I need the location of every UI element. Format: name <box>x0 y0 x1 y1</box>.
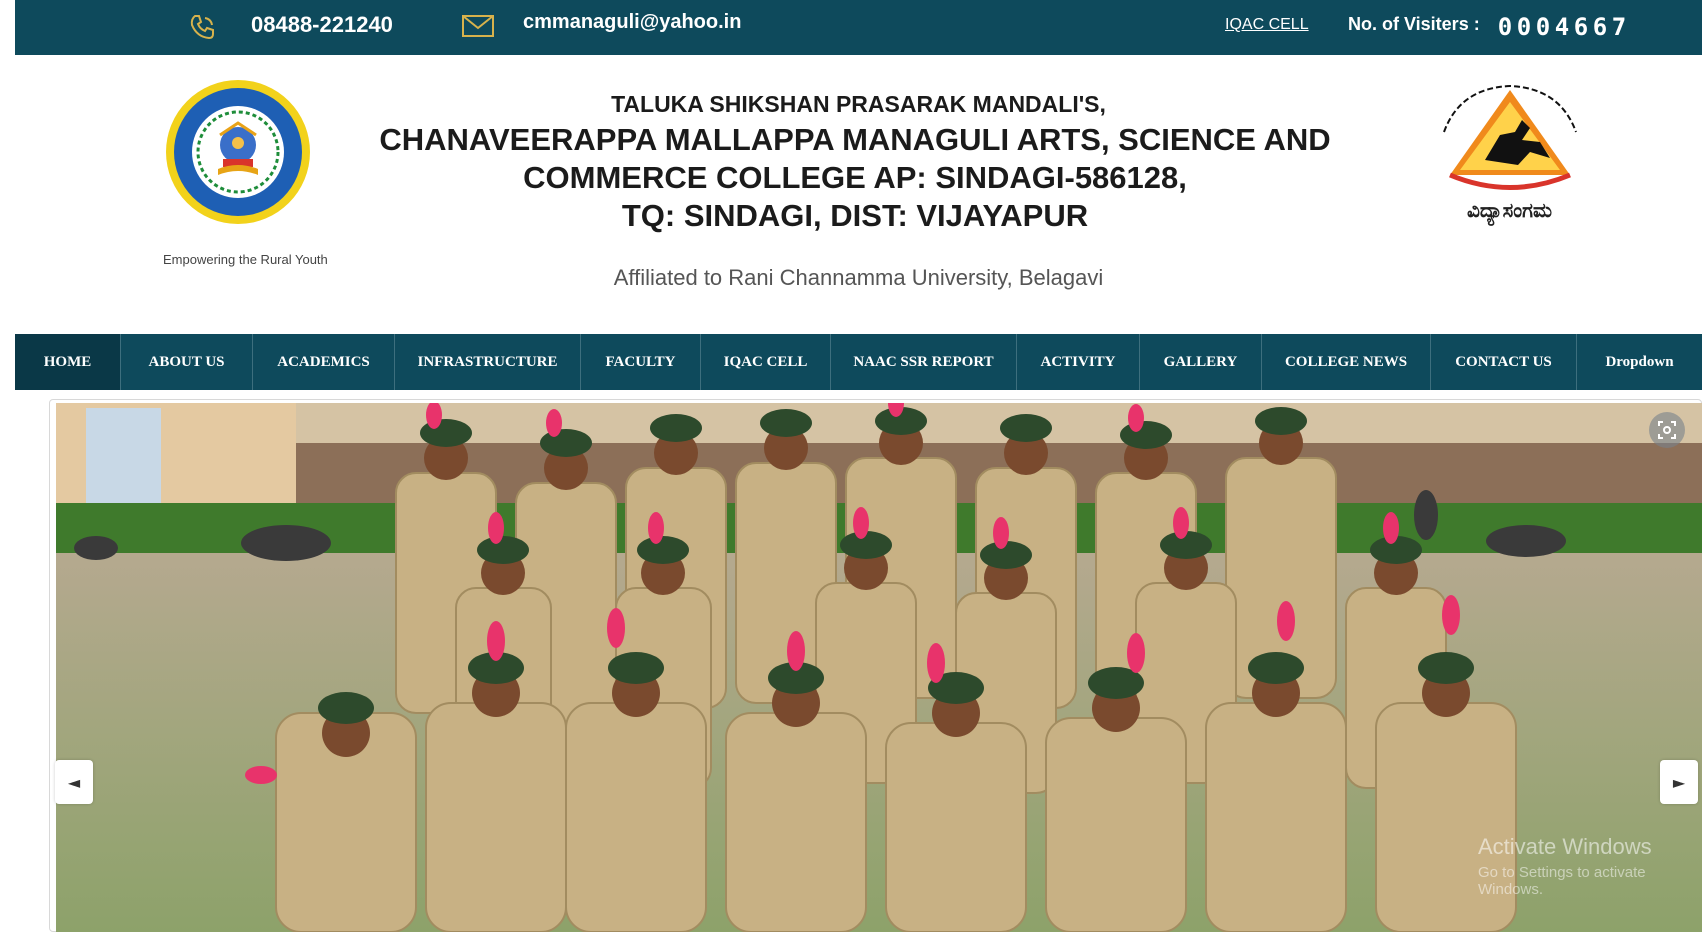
counter-digit: 0 <box>1535 13 1551 41</box>
college-name: CHANAVEERAPPA MALLAPPA MANAGULI ARTS, SC… <box>355 121 1355 235</box>
nav-activity[interactable]: ACTIVITY <box>1017 334 1140 390</box>
nav-naac-ssr-report[interactable]: NAAC SSR REPORT <box>831 334 1017 390</box>
nav-home[interactable]: HOME <box>15 334 121 390</box>
nav-about-us[interactable]: ABOUT US <box>121 334 253 390</box>
email-link[interactable]: cmmanaguli@yahoo.in <box>523 11 741 34</box>
top-bar: 08488-221240 cmmanaguli@yahoo.in IQAC CE… <box>15 0 1702 55</box>
nav-infrastructure[interactable]: INFRASTRUCTURE <box>395 334 581 390</box>
activate-windows-subtext: Go to Settings to activate Windows. <box>1478 864 1646 898</box>
slider-prev-button[interactable]: ◄ <box>55 760 93 804</box>
university-motto: ವಿದ್ಯಾಸಂಗಮ <box>1467 198 1552 222</box>
phone-number[interactable]: 08488-221240 <box>251 12 393 38</box>
counter-digit: 6 <box>1592 13 1608 41</box>
counter-digit: 0 <box>1497 13 1513 41</box>
nav-gallery[interactable]: GALLERY <box>1140 334 1262 390</box>
slider-next-button[interactable]: ► <box>1660 760 1698 804</box>
mail-icon <box>462 14 494 42</box>
site-header: Empowering the Rural Youth TALUKA SHIKSH… <box>15 55 1702 334</box>
counter-digit: 0 <box>1516 13 1532 41</box>
counter-digit: 7 <box>1611 13 1627 41</box>
college-name-line: CHANAVEERAPPA MALLAPPA MANAGULI ARTS, SC… <box>379 122 1331 157</box>
activate-windows-watermark: Activate Windows <box>1478 834 1652 859</box>
college-name-line: TQ: SINDAGI, DIST: VIJAYAPUR <box>621 198 1089 233</box>
iqac-cell-link[interactable]: IQAC CELL <box>1225 16 1309 34</box>
visitors-label: No. of Visiters : <box>1348 14 1480 34</box>
main-nav: HOME ABOUT US ACADEMICS INFRASTRUCTURE F… <box>15 334 1702 390</box>
nav-college-news[interactable]: COLLEGE NEWS <box>1262 334 1431 390</box>
affiliation-text: Affiliated to Rani Channamma University,… <box>613 265 1104 290</box>
visitor-counter: 0 0 0 4 6 6 7 <box>1497 13 1627 41</box>
counter-digit: 4 <box>1554 13 1570 41</box>
slider-image <box>56 403 1702 932</box>
college-name-line: COMMERCE COLLEGE AP: SINDAGI-586128, <box>523 160 1187 195</box>
nav-academics[interactable]: ACADEMICS <box>253 334 395 390</box>
nav-dropdown[interactable]: Dropdown <box>1577 334 1702 390</box>
nav-contact-us[interactable]: CONTACT US <box>1431 334 1577 390</box>
nav-faculty[interactable]: FACULTY <box>581 334 701 390</box>
counter-digit: 6 <box>1573 13 1589 41</box>
nav-iqac-cell[interactable]: IQAC CELL <box>701 334 831 390</box>
university-logo[interactable] <box>1430 80 1590 204</box>
lens-icon[interactable] <box>1649 412 1685 448</box>
phone-icon <box>187 12 217 46</box>
